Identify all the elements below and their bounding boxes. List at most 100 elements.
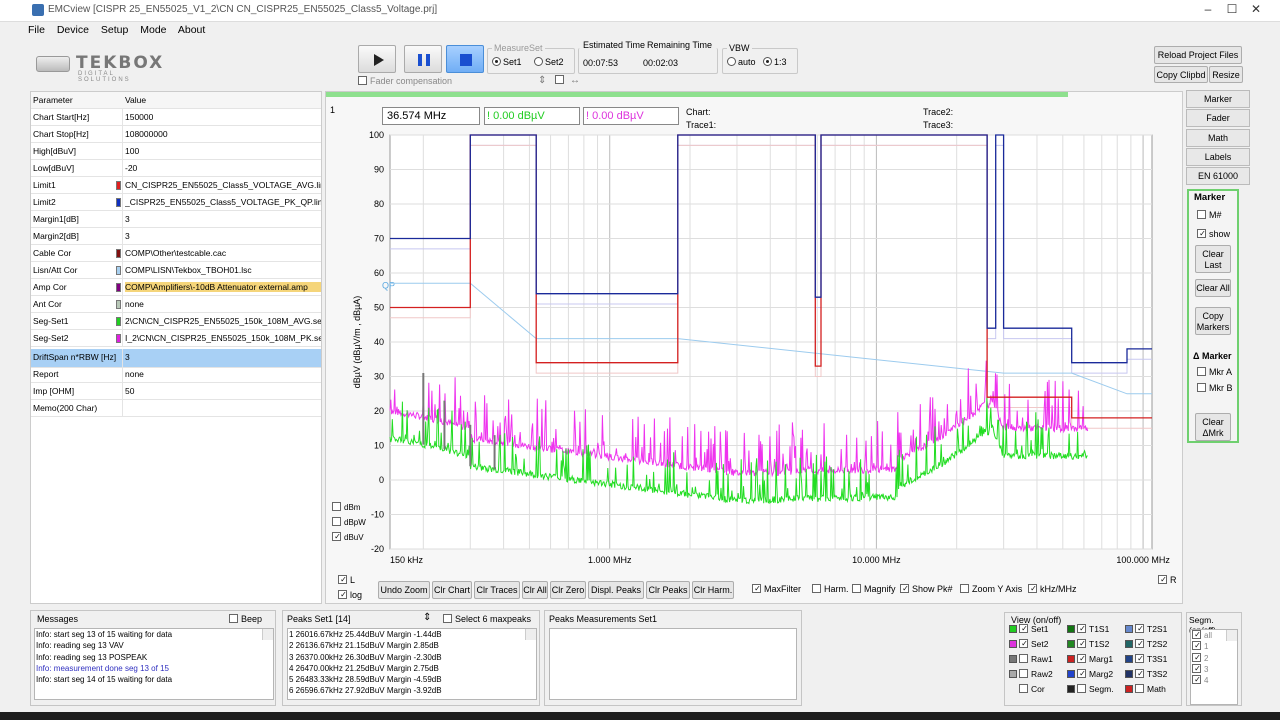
checkbox[interactable]: [1077, 639, 1087, 648]
checkbox[interactable]: [332, 517, 341, 526]
parameter-row[interactable]: Amp Cor COMP\Amplifiers\-10dB Attenuator …: [31, 279, 321, 296]
tab-labels[interactable]: Labels: [1186, 147, 1250, 166]
parameter-value[interactable]: 3: [125, 214, 321, 224]
parameter-row[interactable]: Seg-Set1 2\CN\CN_CISPR25_EN55025_150k_108…: [31, 313, 321, 330]
view-segm-toggle[interactable]: Segm.: [1067, 684, 1114, 694]
view-t2s2-toggle[interactable]: T2S2: [1125, 639, 1167, 649]
checkbox[interactable]: [1019, 684, 1028, 693]
color-swatch[interactable]: [1009, 685, 1017, 693]
log-check[interactable]: log: [338, 590, 362, 600]
parameter-value[interactable]: COMP\Other\testcable.cac: [125, 248, 321, 258]
color-swatch[interactable]: [116, 198, 121, 207]
view-set2-toggle[interactable]: Set2: [1009, 639, 1049, 649]
menu-about[interactable]: About: [178, 24, 205, 36]
checkbox[interactable]: [1077, 684, 1086, 693]
peaks-scrollbar[interactable]: [525, 629, 536, 641]
magnify-check[interactable]: Magnify: [852, 584, 896, 594]
vbw-ratio-radio[interactable]: 1:3: [763, 57, 787, 67]
checkbox[interactable]: [332, 502, 341, 511]
stop-button[interactable]: [446, 45, 484, 73]
checkbox[interactable]: [1077, 624, 1087, 633]
checkbox[interactable]: [752, 584, 762, 593]
checkbox[interactable]: [960, 584, 969, 593]
set1-radio[interactable]: Set1: [492, 57, 522, 67]
peak-line[interactable]: 6 26596.67kHz 27.92dBuV Margin -3.92dB: [288, 685, 536, 696]
parameter-row[interactable]: Lisn/Att Cor COMP\LISN\Tekbox_TBOH01.lsc: [31, 262, 321, 279]
parameter-value[interactable]: CN_CISPR25_EN55025_Class5_VOLTAGE_AVG.li…: [125, 180, 321, 190]
clear-last-button[interactable]: Clear Last: [1195, 245, 1231, 273]
play-button[interactable]: [358, 45, 396, 73]
tab-marker[interactable]: Marker: [1186, 90, 1250, 108]
set2-radio[interactable]: Set2: [534, 57, 564, 67]
color-swatch[interactable]: [1125, 640, 1133, 648]
resize-button[interactable]: Resize: [1209, 66, 1243, 83]
color-swatch[interactable]: [1067, 685, 1075, 693]
reload-project-files-button[interactable]: Reload Project Files: [1154, 46, 1242, 64]
parameter-value[interactable]: 2\CN\CN_CISPR25_EN55025_150k_108M_AVG.se…: [125, 316, 321, 326]
pause-button[interactable]: [404, 45, 442, 73]
color-swatch[interactable]: [1067, 640, 1075, 648]
parameter-value[interactable]: -20: [125, 163, 321, 173]
unit-dbuv-check[interactable]: dBuV: [332, 532, 364, 542]
beep-check[interactable]: Beep: [229, 614, 262, 624]
checkbox[interactable]: [1192, 641, 1202, 651]
checkbox[interactable]: [1192, 630, 1202, 639]
view-raw1-toggle[interactable]: Raw1: [1009, 654, 1053, 664]
tab-en-61000[interactable]: EN 61000: [1186, 167, 1250, 186]
checkbox[interactable]: [1019, 624, 1029, 633]
checkbox[interactable]: [1192, 652, 1202, 662]
parameter-row[interactable]: Seg-Set2 I_2\CN\CN_CISPR25_EN55025_150k_1…: [31, 330, 321, 347]
color-swatch[interactable]: [1067, 625, 1075, 633]
view-math-toggle[interactable]: Math: [1125, 684, 1166, 694]
checkbox[interactable]: [1135, 624, 1145, 633]
marker-show-check[interactable]: show: [1197, 229, 1230, 239]
peak-line[interactable]: 2 26136.67kHz 21.15dBuV Margin 2.85dB: [288, 640, 536, 651]
messages-scrollbar[interactable]: [262, 629, 273, 641]
peak-line[interactable]: 4 26470.00kHz 21.25dBuV Margin 2.75dB: [288, 663, 536, 674]
mkr-a-check[interactable]: Mkr A: [1197, 367, 1232, 377]
khz-mhz-check[interactable]: kHz/MHz: [1028, 584, 1077, 594]
color-swatch[interactable]: [116, 283, 121, 292]
checkbox[interactable]: [1028, 584, 1038, 593]
clr-peaks-button[interactable]: Clr Peaks: [646, 581, 690, 599]
view-t2s1-toggle[interactable]: T2S1: [1125, 624, 1167, 634]
parameter-value[interactable]: none: [125, 369, 321, 379]
segment-item[interactable]: 1: [1191, 641, 1237, 652]
l-check[interactable]: L: [338, 575, 355, 585]
peak-line[interactable]: 3 26370.00kHz 26.30dBuV Margin -2.30dB: [288, 652, 536, 663]
parameter-row[interactable]: High[dBuV] 100: [31, 143, 321, 160]
checkbox[interactable]: [332, 532, 342, 541]
checkbox[interactable]: [1135, 654, 1145, 663]
unit-dbpw-check[interactable]: dBpW: [332, 517, 366, 527]
view-t3s2-toggle[interactable]: T3S2: [1125, 669, 1167, 679]
checkbox[interactable]: [1135, 639, 1145, 648]
view-marg2-toggle[interactable]: Marg2: [1067, 669, 1113, 679]
segment-item[interactable]: 3: [1191, 663, 1237, 675]
menu-file[interactable]: File: [28, 24, 45, 36]
maximize-icon[interactable]: ☐: [1220, 2, 1244, 18]
vbw-auto-radio[interactable]: auto: [727, 57, 756, 67]
color-swatch[interactable]: [1067, 655, 1075, 663]
menu-setup[interactable]: Setup: [101, 24, 128, 36]
clr-traces-button[interactable]: Clr Traces: [474, 581, 520, 599]
displ-peaks-button[interactable]: Displ. Peaks: [588, 581, 644, 599]
clear-delta-marker-button[interactable]: Clear ΔMrk: [1195, 413, 1231, 441]
split-h-icon[interactable]: ↔: [570, 75, 580, 86]
zoom-y-axis-check[interactable]: Zoom Y Axis: [960, 584, 1022, 594]
checkbox[interactable]: [1135, 684, 1144, 693]
undo-zoom-button[interactable]: Undo Zoom: [378, 581, 430, 599]
segment-item[interactable]: 4: [1191, 675, 1237, 686]
color-swatch[interactable]: [1125, 625, 1133, 633]
show-pk-check[interactable]: Show Pk#: [900, 584, 953, 594]
parameter-row[interactable]: Imp [OHM] 50: [31, 383, 321, 400]
color-swatch[interactable]: [116, 181, 121, 190]
messages-list[interactable]: Info: start seg 13 of 15 waiting for dat…: [34, 628, 274, 700]
emi-spectrum-chart[interactable]: 1009080706050403020100-10-20150 kHz 1.000…: [326, 92, 1184, 605]
mkr-b-check[interactable]: Mkr B: [1197, 383, 1233, 393]
color-swatch[interactable]: [1009, 670, 1017, 678]
checkbox[interactable]: [1192, 675, 1202, 685]
parameter-value[interactable]: COMP\Amplifiers\-10dB Attenuator externa…: [125, 282, 321, 292]
parameter-value[interactable]: 3: [125, 352, 321, 362]
color-swatch[interactable]: [1009, 625, 1017, 633]
fader-compensation[interactable]: Fader compensation: [358, 76, 452, 86]
